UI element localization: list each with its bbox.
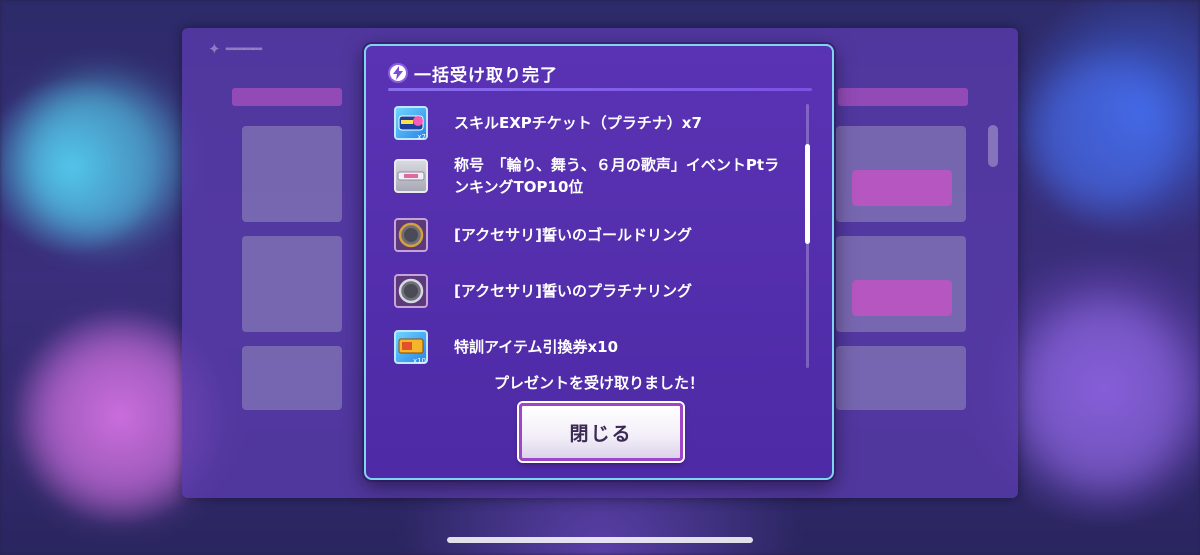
received-items-list[interactable]: x7 スキルEXPチケット（プラチナ）x7 称号 「輪り、舞う、６月の歌声」イベ… (394, 98, 804, 370)
backdrop-tab (232, 88, 342, 106)
item-label: スキルEXPチケット（プラチナ）x7 (454, 114, 702, 132)
item-label: 特訓アイテム引換券x10 (454, 338, 619, 356)
background-blob (20, 80, 180, 240)
home-indicator[interactable] (447, 537, 753, 543)
list-scrollbar-thumb[interactable] (805, 144, 810, 244)
present-window-title: ✦ ━━━━ (208, 40, 262, 58)
list-item: [アクセサリ]誓いのゴールドリング (394, 218, 692, 252)
item-label: [アクセサリ]誓いのゴールドリング (454, 226, 692, 244)
gold-ring-icon (394, 218, 428, 252)
list-item: [アクセサリ]誓いのプラチナリング (394, 274, 692, 308)
training-voucher-icon: x10 (394, 330, 428, 365)
title-plate-icon (394, 159, 428, 193)
backdrop-card (242, 346, 342, 410)
received-message: プレゼントを受け取りました！ (493, 374, 704, 392)
platinum-ring-icon (394, 274, 428, 308)
item-label: 称号 「輪り、舞う、６月の歌声」イベントPtランキングTOP10位 (454, 156, 780, 196)
skill-exp-ticket-icon: x7 (394, 106, 428, 141)
item-label: [アクセサリ]誓いのプラチナリング (454, 282, 692, 300)
close-button[interactable]: 閉じる (519, 403, 683, 461)
backdrop-tab (838, 88, 968, 106)
lightning-icon (388, 63, 408, 83)
item-count-badge: x7 (417, 133, 426, 141)
backdrop-card (836, 346, 966, 410)
backdrop-scrollbar (988, 125, 998, 167)
dialog-header: 一括受け取り完了 (388, 60, 558, 86)
backdrop-receive-button (852, 170, 952, 206)
dialog-title: 一括受け取り完了 (414, 65, 558, 86)
list-item: x7 スキルEXPチケット（プラチナ）x7 (394, 106, 702, 141)
bulk-receive-dialog: 一括受け取り完了 x7 スキルEXPチケット（プラチナ）x7 称号 「輪り、舞う… (364, 44, 834, 480)
list-item: 称号 「輪り、舞う、６月の歌声」イベントPtランキングTOP10位 (394, 154, 794, 198)
backdrop-receive-button (852, 280, 952, 316)
backdrop-card (242, 236, 342, 332)
background-blob (1030, 60, 1180, 210)
header-divider (388, 88, 812, 91)
backdrop-card (242, 126, 342, 222)
item-count-badge: x10 (412, 357, 426, 365)
list-item: x10 特訓アイテム引換券x10 (394, 330, 619, 365)
background-blob (1020, 300, 1190, 490)
